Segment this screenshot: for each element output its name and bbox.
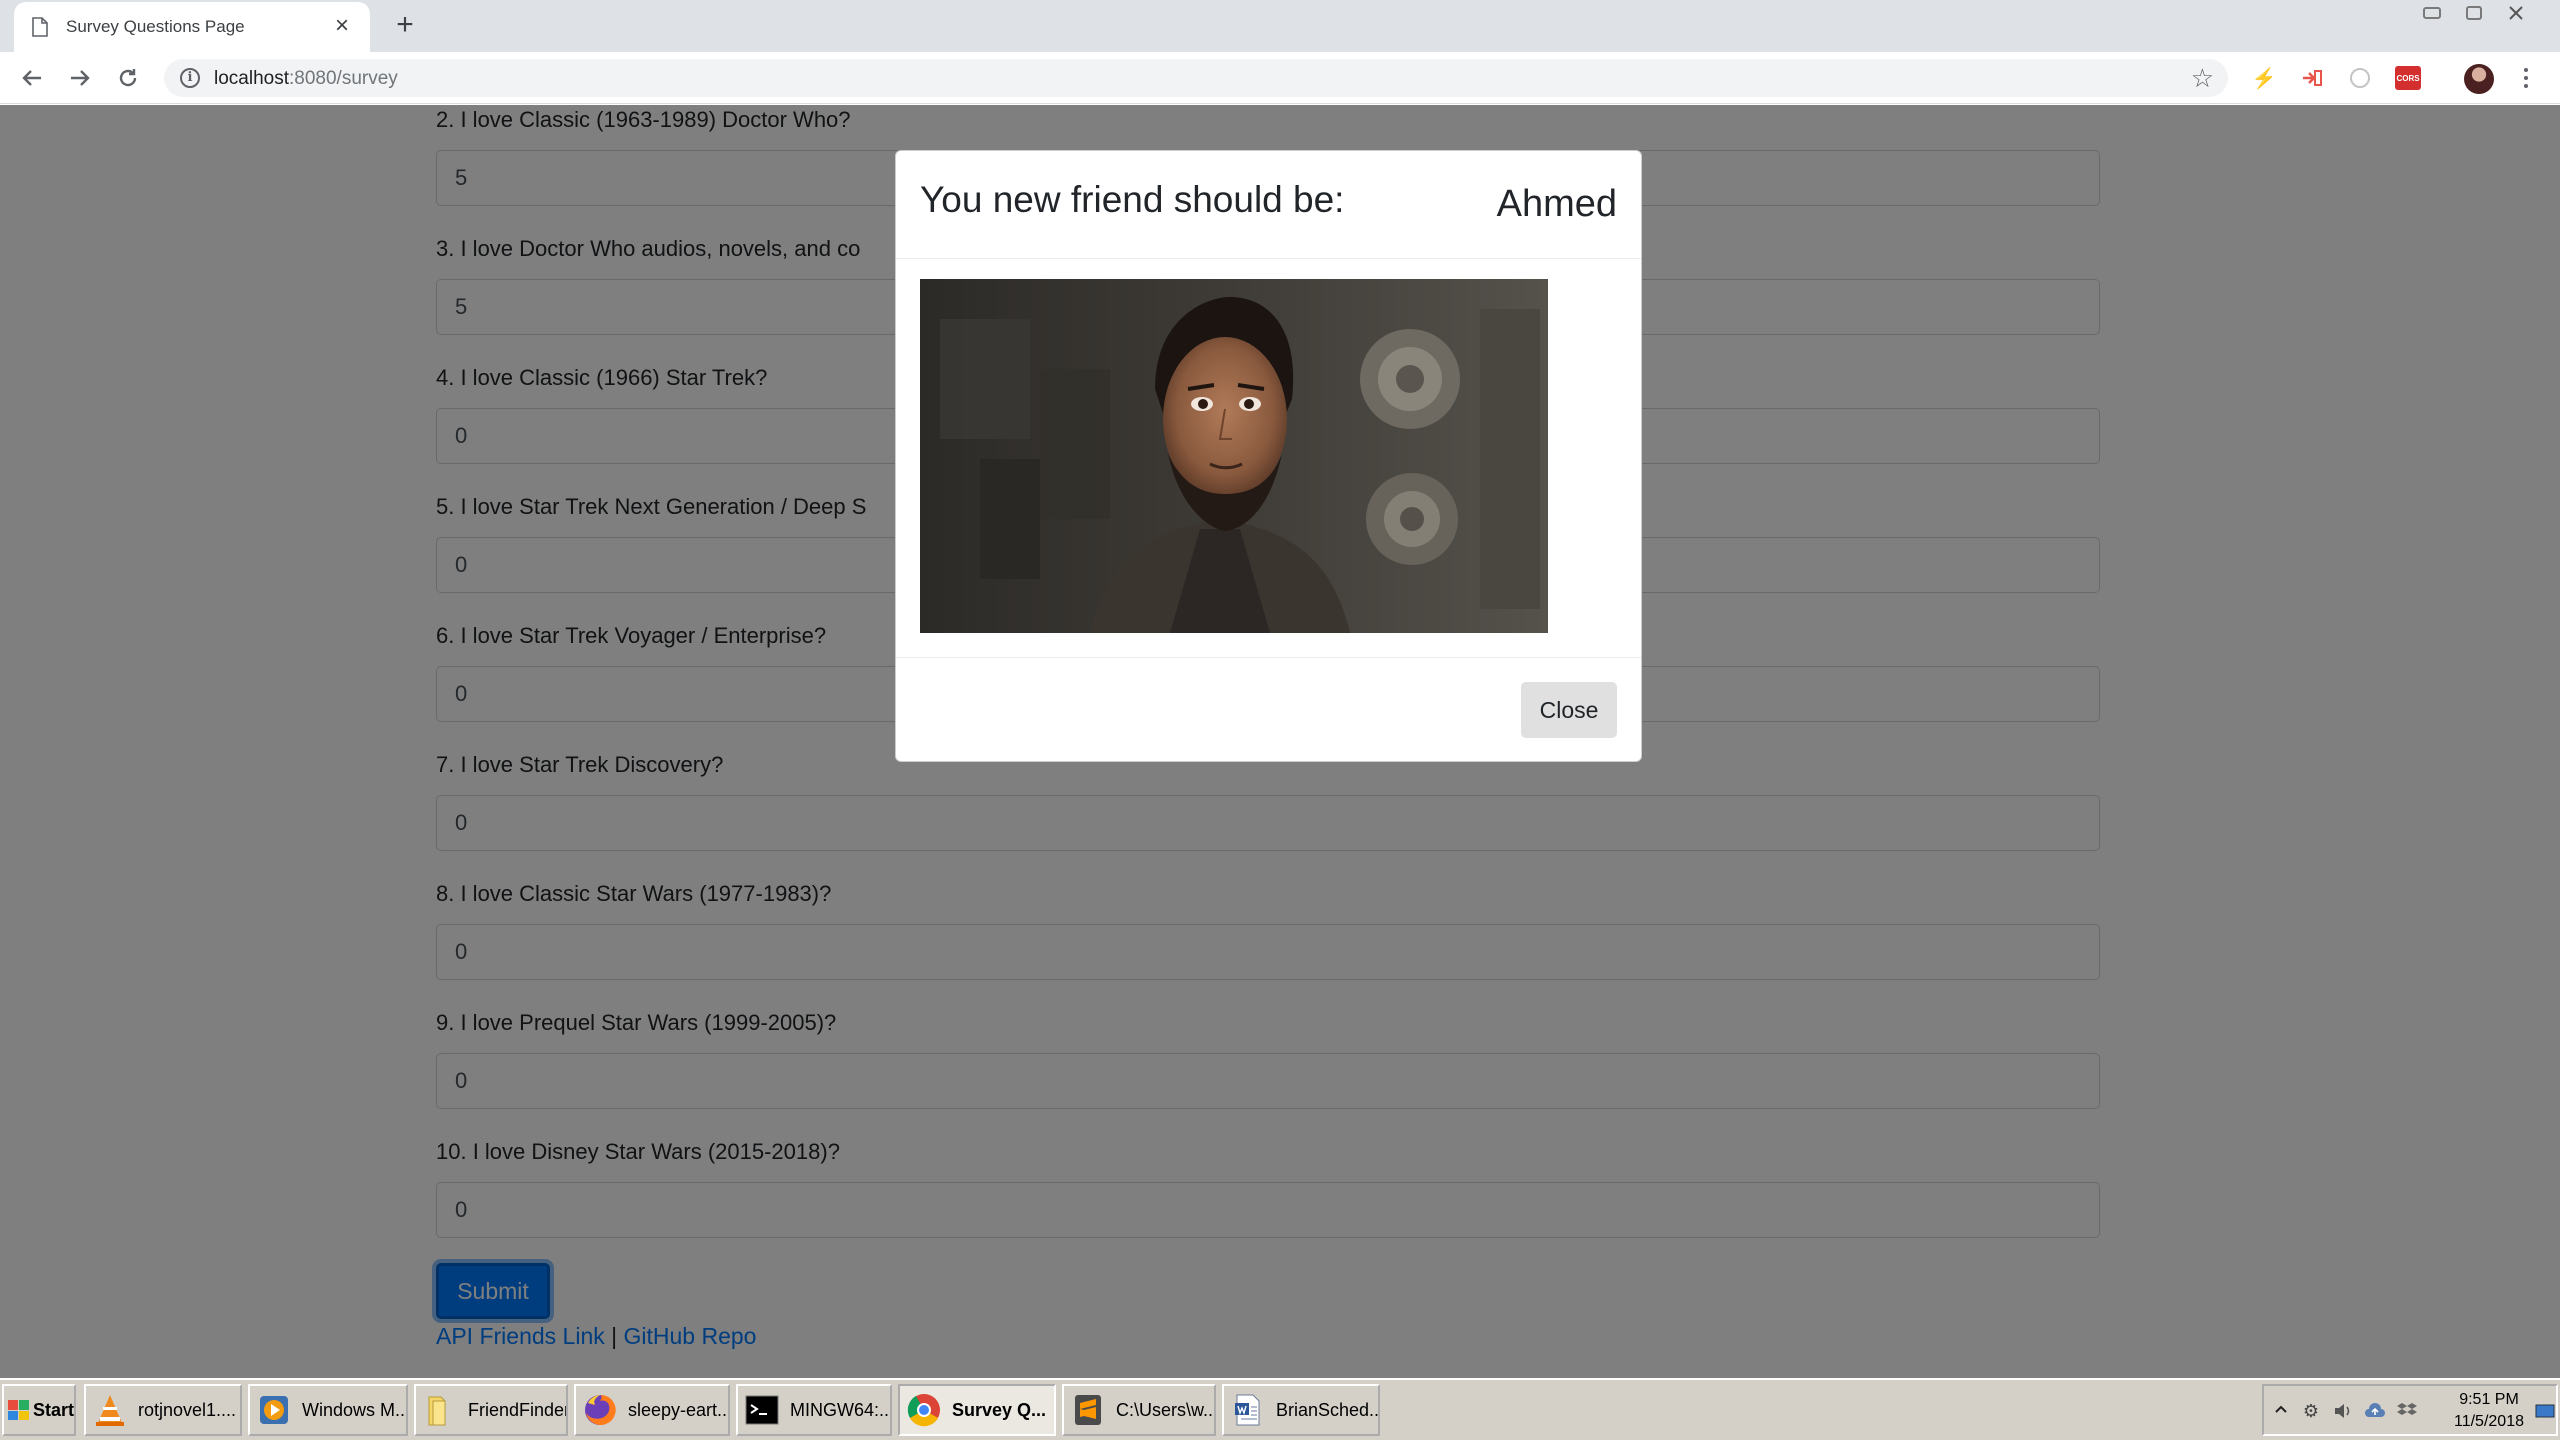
vlc-icon	[92, 1392, 128, 1428]
url-text: localhost:8080/survey	[214, 68, 398, 90]
taskbar-item-friendfinder[interactable]: FriendFinder	[414, 1384, 568, 1436]
browser-toolbar: i localhost:8080/survey ☆ ⚡ CORS	[0, 52, 2560, 104]
friend-match-modal: You new friend should be: Ahmed Close	[895, 150, 1642, 762]
terminal-icon	[744, 1392, 780, 1428]
modal-title: You new friend should be:	[920, 179, 1345, 220]
clock-date: 11/5/2018	[2454, 1413, 2524, 1430]
document-icon	[1230, 1392, 1266, 1428]
circle-extension-icon[interactable]	[2346, 64, 2374, 92]
bookmark-star-icon[interactable]: ☆	[2191, 63, 2214, 94]
modal-footer: Close	[896, 657, 1641, 763]
browser-tab[interactable]: Survey Questions Page ×	[14, 2, 370, 52]
modal-header: You new friend should be: Ahmed	[896, 151, 1641, 259]
media-player-icon	[256, 1392, 292, 1428]
browser-tab-strip: Survey Questions Page × +	[0, 0, 2560, 52]
taskbar-item-label: Survey Q...	[952, 1399, 1047, 1420]
taskbar-item-document[interactable]: BrianSched...	[1222, 1384, 1380, 1436]
volume-icon[interactable]	[2332, 1400, 2354, 1422]
firefox-icon	[582, 1392, 618, 1428]
back-icon[interactable]	[14, 60, 50, 96]
folder-icon	[422, 1392, 458, 1428]
close-tab-icon[interactable]: ×	[328, 12, 356, 40]
taskbar-item-label: rotjnovel1....	[138, 1399, 237, 1420]
friend-name: Ahmed	[1496, 183, 1617, 225]
taskbar-item-firefox[interactable]: sleepy-eart...	[574, 1384, 730, 1436]
reload-icon[interactable]	[110, 60, 146, 96]
taskbar-item-label: C:\Users\w...	[1116, 1399, 1216, 1420]
start-button[interactable]: Start	[2, 1384, 76, 1436]
minimize-window-icon[interactable]	[2414, 2, 2450, 24]
taskbar-item-label: Windows M...	[302, 1399, 408, 1420]
system-tray: ⚙ 9:51 PM 11/5/2018	[2262, 1384, 2558, 1436]
close-button[interactable]: Close	[1521, 682, 1617, 738]
taskbar-item-sublime[interactable]: C:\Users\w...	[1062, 1384, 1216, 1436]
show-desktop-icon[interactable]	[2534, 1400, 2556, 1422]
friend-photo	[920, 279, 1548, 633]
profile-avatar[interactable]	[2464, 64, 2494, 94]
settings-tray-icon[interactable]: ⚙	[2300, 1400, 2322, 1422]
taskbar-item-media-player[interactable]: Windows M...	[248, 1384, 408, 1436]
clock-time: 9:51 PM	[2459, 1391, 2519, 1408]
show-hidden-icons-icon[interactable]	[2270, 1400, 2292, 1422]
windows-logo-icon	[8, 1400, 29, 1420]
page-icon	[32, 17, 48, 37]
page-viewport: 2. I love Classic (1963-1989) Doctor Who…	[0, 105, 2560, 1378]
close-window-icon[interactable]	[2498, 2, 2534, 24]
taskbar-item-vlc[interactable]: rotjnovel1....	[84, 1384, 242, 1436]
share-extension-icon[interactable]	[2298, 64, 2326, 92]
taskbar-item-mingw64[interactable]: MINGW64:...	[736, 1384, 892, 1436]
cors-extension-icon[interactable]: CORS	[2394, 64, 2422, 92]
taskbar-item-label: sleepy-eart...	[628, 1399, 730, 1420]
taskbar-item-label: BrianSched...	[1276, 1399, 1380, 1420]
sublime-icon	[1070, 1392, 1106, 1428]
chrome-icon	[906, 1392, 942, 1428]
taskbar-item-label: MINGW64:...	[790, 1399, 892, 1420]
url-path: :8080/survey	[289, 68, 398, 89]
new-tab-button[interactable]: +	[390, 8, 420, 41]
cloud-upload-icon[interactable]	[2364, 1400, 2386, 1422]
restore-window-icon[interactable]	[2456, 2, 2492, 24]
forward-icon[interactable]	[62, 60, 98, 96]
url-host: localhost	[214, 68, 289, 89]
site-info-icon[interactable]: i	[180, 68, 200, 88]
bolt-extension-icon[interactable]: ⚡	[2250, 64, 2278, 92]
start-label: Start	[32, 1399, 74, 1420]
browser-menu-icon[interactable]	[2516, 62, 2536, 94]
tab-title: Survey Questions Page	[66, 17, 245, 36]
taskbar-item-label: FriendFinder	[468, 1399, 568, 1420]
windows-taskbar: Start rotjnovel1.... Windows M... Friend…	[0, 1378, 2560, 1440]
clock[interactable]: 9:51 PM 11/5/2018	[2444, 1389, 2534, 1433]
dropbox-icon[interactable]	[2396, 1400, 2418, 1422]
taskbar-item-chrome[interactable]: Survey Q...	[898, 1384, 1056, 1436]
address-bar[interactable]: i localhost:8080/survey ☆	[164, 59, 2228, 97]
